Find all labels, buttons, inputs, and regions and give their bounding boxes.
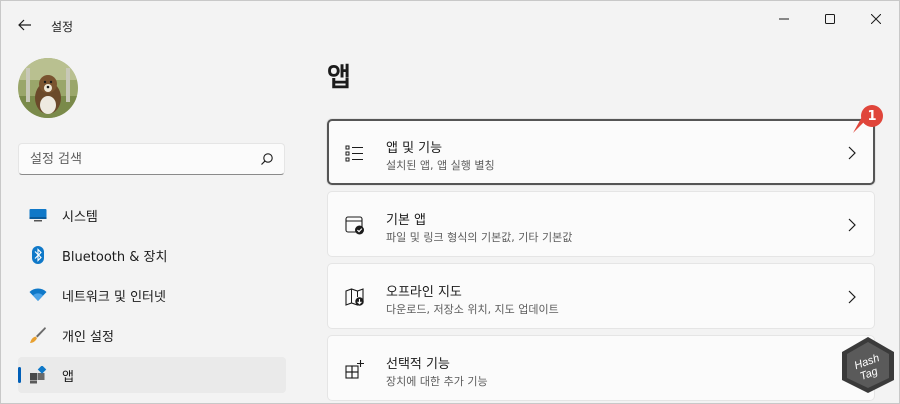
sidebar-item-apps[interactable]: 앱 bbox=[18, 357, 286, 393]
chevron-right-icon bbox=[848, 146, 856, 160]
sidebar-item-label: 시스템 bbox=[62, 209, 98, 225]
chevron-right-icon bbox=[848, 290, 856, 304]
add-feature-icon bbox=[345, 360, 364, 379]
back-button[interactable] bbox=[11, 11, 39, 39]
card-optional-features[interactable]: 선택적 기능 장치에 대한 추가 기능 bbox=[327, 335, 875, 401]
active-indicator bbox=[18, 367, 21, 383]
card-subtitle: 설치된 앱, 앱 실행 별칭 bbox=[386, 159, 495, 172]
chevron-right-icon bbox=[848, 218, 856, 232]
apps-icon bbox=[28, 365, 48, 385]
sidebar-item-network[interactable]: 네트워크 및 인터넷 bbox=[18, 277, 286, 313]
bluetooth-icon bbox=[28, 245, 48, 265]
card-subtitle: 다운로드, 저장소 위치, 지도 업데이트 bbox=[386, 303, 559, 316]
close-icon bbox=[871, 14, 881, 24]
sidebar-item-label: 네트워크 및 인터넷 bbox=[62, 289, 166, 305]
sidebar-nav: 시스템 Bluetooth & 장치 네트워크 및 인터넷 개인 설정 앱 bbox=[18, 197, 286, 397]
search-box bbox=[18, 143, 285, 175]
card-subtitle: 장치에 대한 추가 기능 bbox=[386, 375, 488, 388]
card-title: 기본 앱 bbox=[386, 213, 427, 228]
card-offline-maps[interactable]: 오프라인 지도 다운로드, 저장소 위치, 지도 업데이트 bbox=[327, 263, 875, 329]
map-icon bbox=[345, 288, 364, 306]
card-apps-features[interactable]: 앱 및 기능 설치된 앱, 앱 실행 별칭 bbox=[327, 119, 875, 185]
avatar[interactable] bbox=[18, 58, 78, 118]
card-subtitle: 파일 및 링크 형식의 기본값, 기타 기본값 bbox=[386, 231, 573, 244]
avatar-photo bbox=[18, 58, 78, 118]
sidebar-item-label: Bluetooth & 장치 bbox=[62, 249, 168, 265]
hashtag-watermark-logo: Hash Tag bbox=[842, 337, 894, 393]
sidebar-item-bluetooth[interactable]: Bluetooth & 장치 bbox=[18, 237, 286, 273]
sidebar-item-label: 개인 설정 bbox=[62, 329, 114, 345]
sidebar-item-system[interactable]: 시스템 bbox=[18, 197, 286, 233]
window-title: 설정 bbox=[51, 20, 74, 34]
close-button[interactable] bbox=[853, 1, 899, 37]
search-icon[interactable] bbox=[260, 152, 274, 166]
annotation-badge: 1 bbox=[861, 105, 883, 127]
card-title: 앱 및 기능 bbox=[386, 141, 443, 156]
sidebar-item-label: 앱 bbox=[62, 369, 74, 385]
title-bar: 설정 bbox=[1, 1, 899, 49]
back-arrow-icon bbox=[18, 19, 31, 31]
monitor-icon bbox=[28, 205, 48, 225]
card-title: 선택적 기능 bbox=[386, 357, 450, 372]
card-default-apps[interactable]: 기본 앱 파일 및 링크 형식의 기본값, 기타 기본값 bbox=[327, 191, 875, 257]
paintbrush-icon bbox=[28, 325, 48, 345]
sidebar-item-personalization[interactable]: 개인 설정 bbox=[18, 317, 286, 353]
maximize-icon bbox=[825, 14, 835, 24]
settings-window: 설정 설정 검색 시스템 Bluetooth & 장치 네트워크 및 인터넷 개… bbox=[0, 0, 900, 404]
minimize-button[interactable] bbox=[761, 1, 807, 37]
card-title: 오프라인 지도 bbox=[386, 285, 462, 300]
maximize-button[interactable] bbox=[807, 1, 853, 37]
wifi-icon bbox=[28, 285, 48, 305]
list-icon bbox=[345, 145, 363, 162]
search-input[interactable] bbox=[19, 144, 254, 174]
page-title: 앱 bbox=[327, 63, 351, 93]
default-apps-icon bbox=[345, 216, 364, 235]
minimize-icon bbox=[779, 18, 789, 20]
